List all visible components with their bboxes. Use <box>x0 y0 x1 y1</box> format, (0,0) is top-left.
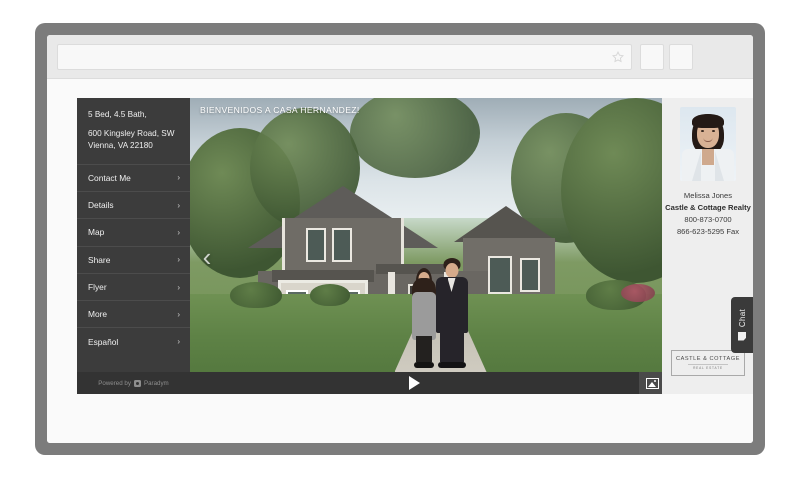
sidebar-item-flyer[interactable]: Flyer › <box>77 272 190 300</box>
agent-phone[interactable]: 800-873-0700 <box>665 214 751 226</box>
sidebar-item-label: Contact Me <box>88 172 131 183</box>
shoes <box>413 362 434 368</box>
photo-overlay-title: BIENVENIDOS A CASA HERNANDEZ! <box>200 105 360 115</box>
chevron-right-icon: › <box>177 227 180 237</box>
sidebar-item-share[interactable]: Share › <box>77 245 190 273</box>
brokerage-logo-name: CASTLE & COTTAGE <box>675 355 741 362</box>
sidebar-item-label: Details <box>88 200 114 211</box>
agent-name: Melissa Jones <box>683 191 733 200</box>
play-icon <box>409 376 420 390</box>
sidebar-item-label: Share <box>88 254 111 265</box>
sidebar-item-details[interactable]: Details › <box>77 190 190 218</box>
sidebar-item-contact-me[interactable]: Contact Me › <box>77 163 190 191</box>
sidebar-item-label: Map <box>88 227 105 238</box>
screenshot-stage: 5 Bed, 4.5 Bath, 600 Kingsley Road, SW V… <box>0 0 800 503</box>
sidebar-menu: Contact Me › Details › Map › Share › Fly… <box>77 163 190 355</box>
house-roof-right <box>454 206 558 242</box>
legs <box>415 336 432 362</box>
property-address-line2: Vienna, VA 22180 <box>88 140 153 150</box>
chevron-right-icon: › <box>177 200 180 210</box>
sidebar-item-map[interactable]: Map › <box>77 218 190 245</box>
house-window <box>306 228 326 262</box>
chevron-right-icon: › <box>177 173 180 183</box>
person-man <box>435 258 469 368</box>
property-photo: BIENVENIDOS A CASA HERNANDEZ! ‹ › <box>190 98 691 372</box>
house-window <box>332 228 352 262</box>
agent-headshot <box>680 107 736 181</box>
brokerage-logo: CASTLE & COTTAGE REAL ESTATE <box>671 350 745 376</box>
agent-company: Castle & Cottage Realty <box>665 203 751 213</box>
chrome-button-1[interactable] <box>640 44 664 70</box>
agent-contact-info: Melissa Jones Castle & Cottage Realty 80… <box>665 190 751 238</box>
couple-photo-subject <box>409 256 473 368</box>
shrub <box>310 284 350 306</box>
player-controls <box>190 372 691 394</box>
sidebar-item-espanol[interactable]: Español › <box>77 327 190 354</box>
property-address-line1: 600 Kingsley Road, SW <box>88 128 175 138</box>
chevron-right-icon: › <box>177 309 180 319</box>
chat-label: Chat <box>737 309 747 328</box>
head <box>445 263 458 278</box>
chrome-button-2[interactable] <box>669 44 693 70</box>
chat-tab[interactable]: Chat <box>731 297 753 353</box>
monitor-frame: 5 Bed, 4.5 Bath, 600 Kingsley Road, SW V… <box>35 23 765 455</box>
smile <box>703 138 713 142</box>
lapel-right <box>715 151 724 181</box>
sidebar-item-label: Flyer <box>88 282 107 292</box>
shrub <box>230 282 282 308</box>
sidebar-item-more[interactable]: More › <box>77 300 190 327</box>
paradym-logo-icon <box>133 379 141 387</box>
legs <box>439 328 464 362</box>
listing-sidebar: 5 Bed, 4.5 Bath, 600 Kingsley Road, SW V… <box>77 98 190 394</box>
flower-bed <box>621 284 655 302</box>
powered-by-label: Powered by <box>98 379 131 387</box>
neck <box>702 149 714 165</box>
property-beds-baths: 5 Bed, 4.5 Bath, <box>88 110 147 119</box>
powered-by-footer[interactable]: Powered by Paradym <box>77 372 190 394</box>
sidebar-item-label: More <box>88 309 108 320</box>
address-bar[interactable] <box>57 44 632 70</box>
star-icon[interactable] <box>611 50 625 64</box>
hair-front <box>692 114 724 128</box>
gray-coat <box>411 292 436 340</box>
sidebar-item-label: Español <box>88 336 119 347</box>
previous-photo-arrow-icon[interactable]: ‹ <box>196 240 218 274</box>
property-info: 5 Bed, 4.5 Bath, 600 Kingsley Road, SW V… <box>77 98 190 162</box>
eye <box>712 130 715 132</box>
lapel-left <box>692 151 701 181</box>
photo-icon <box>645 377 659 389</box>
monitor-screen: 5 Bed, 4.5 Bath, 600 Kingsley Road, SW V… <box>47 35 753 443</box>
media-viewer: BIENVENIDOS A CASA HERNANDEZ! ‹ › <box>190 98 691 394</box>
chat-icon <box>738 331 746 341</box>
eye <box>701 130 704 132</box>
browser-chrome <box>47 35 753 79</box>
house-window <box>488 256 512 294</box>
play-button[interactable] <box>190 376 639 390</box>
shoes <box>437 362 466 368</box>
paradym-brand-label: Paradym <box>143 379 169 387</box>
page-body: 5 Bed, 4.5 Bath, 600 Kingsley Road, SW V… <box>47 79 753 443</box>
chevron-right-icon: › <box>177 255 180 265</box>
chevron-right-icon: › <box>177 337 180 347</box>
house-window <box>520 258 540 292</box>
brokerage-logo-tagline: REAL ESTATE <box>688 363 728 370</box>
agent-fax: 866-623-5295 Fax <box>676 227 740 237</box>
listing-widget: 5 Bed, 4.5 Bath, 600 Kingsley Road, SW V… <box>77 98 691 394</box>
person-woman <box>411 268 437 368</box>
chevron-right-icon: › <box>177 282 180 292</box>
